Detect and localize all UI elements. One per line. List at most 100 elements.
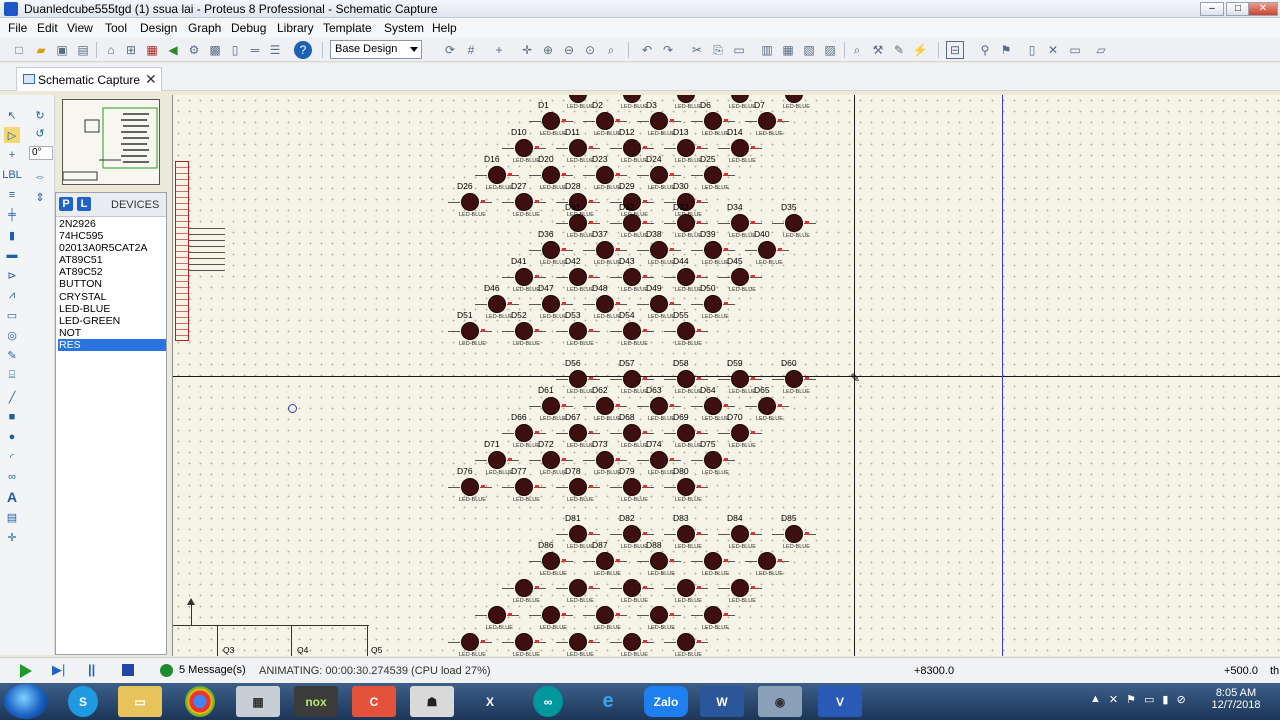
settings-app-icon[interactable]: ◉ xyxy=(758,686,802,717)
led-component[interactable] xyxy=(664,370,708,388)
back-icon[interactable]: ◀ xyxy=(164,41,182,59)
app-x-icon[interactable]: X xyxy=(468,686,512,717)
document-icon[interactable]: ▯ xyxy=(226,41,244,59)
led-component[interactable] xyxy=(448,193,492,211)
skype-icon[interactable]: S xyxy=(68,686,98,717)
probe-marker[interactable] xyxy=(288,404,297,413)
make-device-icon[interactable]: ⚒ xyxy=(869,41,887,59)
led-component[interactable] xyxy=(610,139,654,157)
keyboard-icon[interactable]: ▭ xyxy=(1144,693,1154,709)
led-component[interactable] xyxy=(664,478,708,496)
box-icon[interactable]: ■ xyxy=(4,409,20,425)
proteus-taskbar-icon[interactable]: ☗ xyxy=(410,686,454,717)
library-manager-button[interactable]: L xyxy=(77,197,91,211)
led-component[interactable] xyxy=(637,295,681,313)
led-component[interactable] xyxy=(610,633,654,651)
zoom-in-icon[interactable]: ⊕ xyxy=(539,41,557,59)
report-icon[interactable]: ☰ xyxy=(266,41,284,59)
led-component[interactable] xyxy=(475,451,519,469)
led-component[interactable] xyxy=(718,579,762,597)
led-component[interactable] xyxy=(772,525,816,543)
led-component[interactable] xyxy=(502,193,546,211)
chrome-icon[interactable] xyxy=(185,686,215,717)
led-component[interactable] xyxy=(556,525,600,543)
led-component[interactable] xyxy=(745,112,789,130)
zoom-out-icon[interactable]: ⊖ xyxy=(560,41,578,59)
led-component[interactable] xyxy=(637,552,681,570)
copy-icon[interactable]: ⎘ xyxy=(709,41,727,59)
home-icon[interactable]: ⌂ xyxy=(102,41,120,59)
led-component[interactable] xyxy=(475,295,519,313)
netlist-icon[interactable]: ═ xyxy=(246,41,264,59)
path-icon[interactable]: ∞ xyxy=(4,469,20,485)
search-icon[interactable]: ⚲ xyxy=(976,41,994,59)
visual-app-icon[interactable]: V xyxy=(818,686,862,717)
open-folder-icon[interactable]: ▰ xyxy=(32,41,50,59)
led-component[interactable] xyxy=(448,478,492,496)
zoom-all-icon[interactable]: ⊙ xyxy=(581,41,599,59)
pan-icon[interactable]: ✛ xyxy=(518,41,536,59)
device-item-button[interactable]: BUTTON xyxy=(58,278,166,290)
led-component[interactable] xyxy=(718,214,762,232)
block-copy-icon[interactable]: ▥ xyxy=(758,41,776,59)
led-component[interactable] xyxy=(637,397,681,415)
led-component[interactable] xyxy=(772,370,816,388)
led-component[interactable] xyxy=(691,295,735,313)
exit-sheet-icon[interactable]: ▭ xyxy=(1066,41,1084,59)
mirror-vertical-icon[interactable]: ⇕ xyxy=(32,189,48,205)
led-component[interactable] xyxy=(745,241,789,259)
pcb-icon[interactable]: ▦ xyxy=(143,41,161,59)
show-hidden-icon[interactable]: ▲ xyxy=(1090,693,1101,709)
overview-window[interactable] xyxy=(62,99,160,185)
rotate-clockwise-icon[interactable]: ↻ xyxy=(32,107,48,123)
led-component[interactable] xyxy=(556,370,600,388)
paste-icon[interactable]: ▭ xyxy=(730,41,748,59)
led-component[interactable] xyxy=(556,478,600,496)
voltage-probe-icon[interactable]: ✎ xyxy=(4,347,20,363)
rotate-anticlockwise-icon[interactable]: ↺ xyxy=(32,125,48,141)
menu-file[interactable]: File xyxy=(8,21,27,35)
messages-count[interactable]: 5 Message(s) xyxy=(179,664,246,676)
led-component[interactable] xyxy=(556,268,600,286)
led-component[interactable] xyxy=(637,241,681,259)
volume-muted-icon[interactable]: ⊘ xyxy=(1176,693,1185,709)
tape-recorder-icon[interactable]: ▭ xyxy=(4,307,20,323)
led-component[interactable] xyxy=(583,112,627,130)
new-file-icon[interactable]: □ xyxy=(10,41,28,59)
led-component[interactable] xyxy=(502,322,546,340)
grid-icon[interactable]: # xyxy=(462,41,480,59)
device-item-02013a0r5cat2a[interactable]: 02013A0R5CAT2A xyxy=(58,242,166,254)
bom-icon[interactable]: ⚙ xyxy=(185,41,203,59)
origin-icon[interactable]: + xyxy=(490,41,508,59)
component-mode-icon[interactable]: ▷ xyxy=(4,127,20,143)
led-component[interactable] xyxy=(610,370,654,388)
led-component[interactable] xyxy=(502,478,546,496)
led-component[interactable] xyxy=(637,112,681,130)
internet-explorer-icon[interactable]: e xyxy=(586,686,630,717)
menu-graph[interactable]: Graph xyxy=(188,21,221,35)
step-icon[interactable]: ▶| xyxy=(52,662,68,677)
led-component[interactable] xyxy=(556,579,600,597)
led-component[interactable] xyxy=(718,370,762,388)
led-component[interactable] xyxy=(475,606,519,624)
wire-autorouter-icon[interactable]: ⊟ xyxy=(946,41,964,59)
led-component[interactable] xyxy=(529,166,573,184)
undo-icon[interactable]: ↶ xyxy=(638,41,656,59)
led-component[interactable] xyxy=(691,451,735,469)
led-component[interactable] xyxy=(529,295,573,313)
design-explorer-icon[interactable]: ▱ xyxy=(1092,41,1110,59)
menu-view[interactable]: View xyxy=(67,21,93,35)
led-component[interactable] xyxy=(664,322,708,340)
block-rotate-icon[interactable]: ▧ xyxy=(800,41,818,59)
led-component[interactable] xyxy=(448,322,492,340)
import-icon[interactable]: ▤ xyxy=(74,41,92,59)
led-component[interactable] xyxy=(677,95,695,103)
wire-label-icon[interactable]: LBL xyxy=(2,167,22,183)
layer-select[interactable]: Base Design xyxy=(330,40,422,59)
led-component[interactable] xyxy=(637,451,681,469)
subcircuit-icon[interactable]: ▮ xyxy=(4,227,20,243)
led-component[interactable] xyxy=(610,268,654,286)
graph-icon[interactable]: ⩘ xyxy=(4,287,20,303)
led-component[interactable] xyxy=(691,397,735,415)
menu-system[interactable]: System xyxy=(384,21,424,35)
